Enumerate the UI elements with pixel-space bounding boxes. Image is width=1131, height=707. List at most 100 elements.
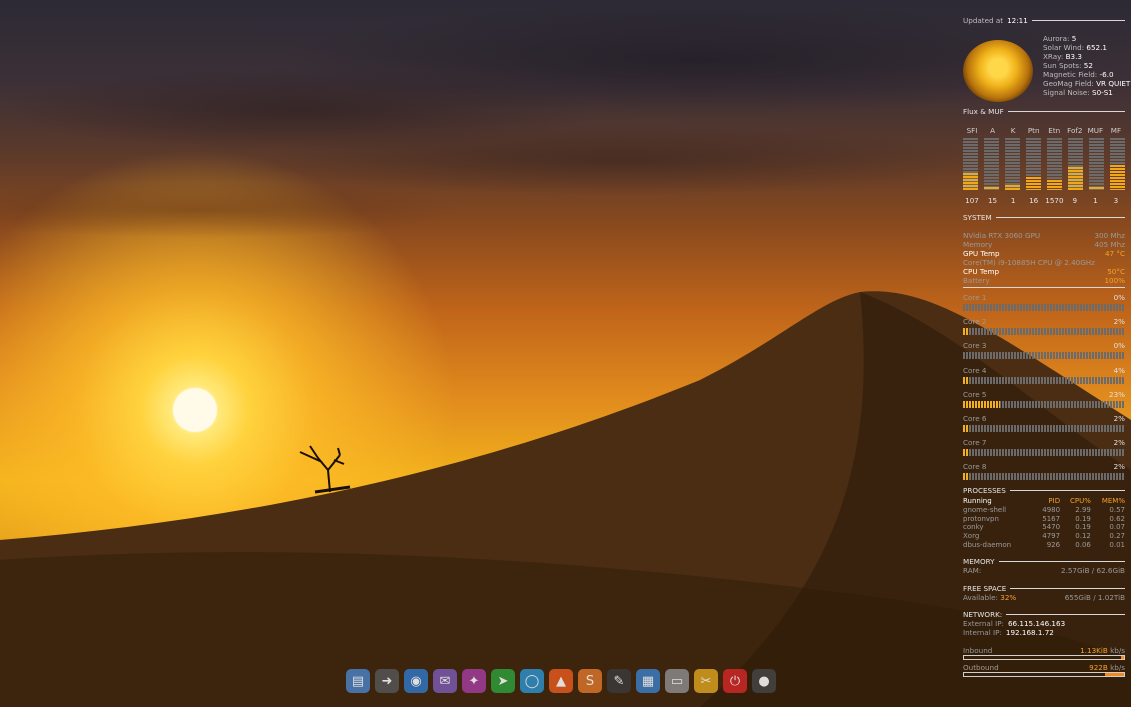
free-space-value: 655GiB / 1.02TiB [1064, 593, 1125, 602]
core-percent: 2% [1113, 462, 1125, 472]
process-cell: 4797 [1042, 532, 1061, 541]
brave-icon[interactable]: ▲ [549, 669, 573, 693]
gpu-temp-row: GPU Temp 47 °C [963, 249, 1125, 258]
core-usage-bar [963, 352, 1125, 360]
inbound-label: Inbound [963, 646, 993, 655]
flux-bar-fill [1089, 186, 1104, 190]
free-space-row: Available: 32% 655GiB / 1.02TiB [963, 593, 1125, 602]
files-icon[interactable]: ▤ [346, 669, 370, 693]
flux-value: 1 [1010, 196, 1016, 205]
space-weather-value: B3.3 [1065, 52, 1082, 61]
process-cell: 0.06 [1075, 540, 1091, 549]
space-weather-row: Sun Spots: 52 [1043, 61, 1093, 70]
flux-bar-fill [1047, 179, 1062, 190]
space-weather-key: Signal Noise: [1043, 88, 1093, 97]
core-usage-fill [963, 328, 968, 336]
core-label-row: Core 3 0% [963, 341, 1125, 350]
process-cell: 0.12 [1075, 532, 1091, 541]
flux-value: 3 [1113, 196, 1119, 205]
core-percent: 0% [1113, 293, 1125, 302]
mail-icon[interactable]: ✉ [433, 669, 457, 693]
flux-bar [1110, 138, 1125, 190]
inbound-unit: kb/s [1110, 646, 1125, 655]
space-weather-row: Magnetic Field: -6.0 [1043, 70, 1114, 79]
process-row: gnome-shell 4980 2.99 0.57 [963, 506, 1125, 515]
lightbulb-icon[interactable]: ✦ [462, 669, 486, 693]
free-space-header: FREE SPACE [963, 584, 1125, 593]
network-header: NETWORK: [963, 610, 1125, 619]
space-weather-row: XRay: B3.3 [1043, 52, 1082, 61]
core-percent: 2% [1113, 414, 1125, 423]
flux-header: Flux & MUF [963, 107, 1125, 116]
space-weather-key: GeoMag Field: [1043, 79, 1097, 88]
document-icon[interactable]: ▦ [636, 669, 660, 693]
battery-label: Battery [963, 276, 990, 285]
process-cell: 5167 [1042, 514, 1061, 523]
editor-icon[interactable]: ✎ [607, 669, 631, 693]
process-column-header: Running [963, 497, 992, 505]
flux-label: Etn [1048, 126, 1061, 135]
flux-bar [984, 138, 999, 190]
process-cell: conky [963, 523, 984, 532]
processes-header: PROCESSES [963, 486, 1125, 495]
core-usage-fill [963, 376, 970, 384]
space-weather-value: 52 [1083, 61, 1093, 70]
inbound-value: 1.13KiB [1080, 646, 1108, 655]
power-icon[interactable]: ⏻ [723, 669, 747, 693]
gpu-temp: 47 °C [1104, 249, 1125, 258]
core-label-row: Core 4 4% [963, 366, 1125, 375]
outbound-value: 922B [1089, 663, 1108, 672]
process-cell: protonvpn [963, 514, 999, 523]
free-space-percent: 32% [1000, 593, 1017, 602]
cpu-name: Core(TM) i9-10885H CPU @ 2.40GHz [963, 258, 1095, 267]
disc-icon[interactable]: ● [752, 669, 776, 693]
flux-label: SFI [966, 126, 978, 135]
sublime-icon[interactable]: S [578, 669, 602, 693]
process-cell: Xorg [963, 532, 980, 541]
flux-label: Ptn [1027, 126, 1040, 135]
core-usage-bar [963, 425, 1125, 432]
process-cell: 2.99 [1075, 505, 1091, 514]
process-row: protonvpn 5167 0.19 0.62 [963, 515, 1125, 524]
gpu-clock: 300 Mhz [1094, 231, 1125, 240]
process-row: Xorg 4797 0.12 0.27 [963, 532, 1125, 541]
process-cell: 0.62 [1109, 514, 1125, 523]
chat-icon[interactable]: ◯ [520, 669, 544, 693]
space-weather-row: Aurora: 5 [1043, 34, 1076, 43]
core-name: Core 1 [963, 293, 987, 302]
external-ip-row: External IP: 66.115.146.163 [963, 619, 1125, 628]
core-name: Core 2 [963, 317, 987, 327]
outbound-label: Outbound [963, 663, 999, 672]
process-cell: dbus-daemon [963, 540, 1012, 549]
outbound-unit: kb/s [1110, 663, 1125, 672]
core-percent: 4% [1113, 365, 1125, 375]
solar-image [963, 40, 1033, 102]
process-cell: 0.19 [1075, 523, 1091, 532]
browser-icon[interactable]: ◉ [404, 669, 428, 693]
telegram-icon[interactable]: ➤ [491, 669, 515, 693]
memory-clock-row: Memory 405 Mhz [963, 240, 1125, 249]
network-title: NETWORK: [963, 610, 1003, 619]
window-icon[interactable]: ▭ [665, 669, 689, 693]
space-weather-key: Aurora: [1043, 34, 1072, 43]
space-weather-row: Signal Noise: S0-S1 [1043, 88, 1113, 97]
arrow-icon[interactable]: ➜ [375, 669, 399, 693]
core-usage-bar [963, 473, 1125, 481]
external-ip: 66.115.146.163 [1007, 619, 1066, 628]
memory-header: MEMORY [963, 557, 1125, 566]
flux-bar-fill [1026, 177, 1041, 190]
memory-clock: 405 Mhz [1094, 240, 1125, 249]
cpu-row: Core(TM) i9-10885H CPU @ 2.40GHz [963, 258, 1125, 267]
flux-bar [1047, 138, 1062, 190]
process-column-header: MEM% [1101, 497, 1125, 505]
cleaner-icon[interactable]: ✂ [694, 669, 718, 693]
core-percent: 0% [1113, 341, 1125, 351]
updated-time: 12:11 [1007, 16, 1028, 25]
process-cell: 0.19 [1075, 514, 1091, 523]
ram-row: RAM: 2.57GiB / 62.6GiB [963, 566, 1125, 575]
core-name: Core 8 [963, 462, 987, 472]
flux-bar-fill [1005, 184, 1020, 190]
ram-value: 2.57GiB / 62.6GiB [1061, 566, 1125, 575]
flux-label: K [1010, 126, 1016, 135]
inbound-row: Inbound 1.13KiB kb/s [963, 646, 1125, 655]
